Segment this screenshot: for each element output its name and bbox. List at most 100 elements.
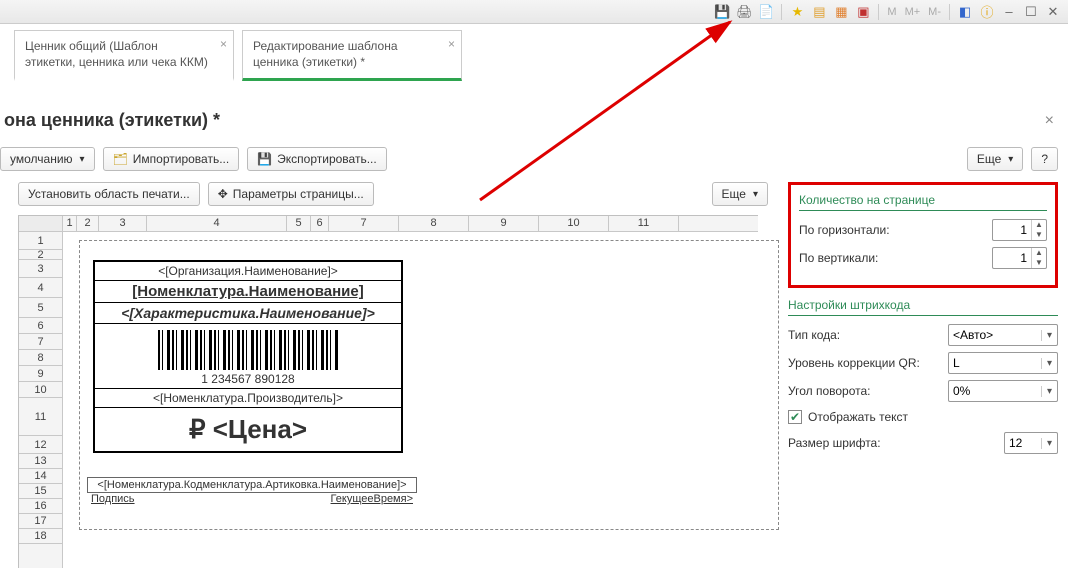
chevron-down-icon[interactable]: ▾: [1041, 386, 1057, 397]
row-header[interactable]: 10: [19, 382, 62, 398]
print-icon[interactable]: 🖨: [735, 3, 753, 21]
label-signature[interactable]: Подпись: [91, 493, 135, 505]
chevron-down-icon[interactable]: ▾: [1041, 358, 1057, 369]
row-header[interactable]: 13: [19, 454, 62, 469]
tab-label: Редактирование шаблона ценника (этикетки…: [253, 39, 398, 69]
vertical-spinner[interactable]: ▲ ▼: [992, 247, 1047, 269]
calendar-icon[interactable]: ▣: [854, 3, 872, 21]
tab-pricetag-common[interactable]: Ценник общий (Шаблон этикетки, ценника и…: [14, 30, 234, 81]
spin-up-icon[interactable]: ▲: [1032, 220, 1046, 230]
row-header[interactable]: 3: [19, 260, 62, 278]
code-type-select[interactable]: <Авто> ▾: [948, 324, 1058, 346]
qr-level-select[interactable]: L ▾: [948, 352, 1058, 374]
tab-template-editor[interactable]: Редактирование шаблона ценника (этикетки…: [242, 30, 462, 81]
chevron-down-icon[interactable]: ▾: [1041, 330, 1057, 341]
col-header[interactable]: 2: [77, 216, 99, 231]
row-header[interactable]: 9: [19, 366, 62, 382]
horizontal-label: По горизонтали:: [799, 223, 992, 237]
help-button[interactable]: ?: [1031, 147, 1058, 171]
show-text-checkbox[interactable]: ✔ Отображать текст: [788, 410, 1058, 424]
button-label: Еще: [977, 152, 1001, 166]
tab-label: Ценник общий (Шаблон этикетки, ценника и…: [25, 39, 208, 69]
import-button[interactable]: 🗂 Импортировать...: [103, 147, 240, 171]
row-header[interactable]: 16: [19, 499, 62, 514]
note-icon[interactable]: ▤: [810, 3, 828, 21]
label-template[interactable]: <[Организация.Наименование]> [Номенклату…: [93, 260, 403, 453]
col-header[interactable]: 10: [539, 216, 609, 231]
col-header[interactable]: 8: [399, 216, 469, 231]
row-header[interactable]: 7: [19, 334, 62, 350]
mplus-button[interactable]: M+: [903, 6, 923, 18]
label-characteristic[interactable]: <[Характеристика.Наименование]>: [95, 302, 401, 323]
page-close-icon[interactable]: ×: [1045, 112, 1058, 130]
font-size-select[interactable]: 12 ▾: [1004, 432, 1058, 454]
mminus-button[interactable]: M-: [926, 6, 943, 18]
grid-cells[interactable]: <[Организация.Наименование]> [Номенклату…: [63, 232, 758, 568]
header-corner[interactable]: [19, 216, 63, 231]
info-icon[interactable]: ⓘ: [978, 3, 996, 21]
label-footer[interactable]: <[Номенклатура.Кодменклатура.Артиковка.Н…: [87, 477, 417, 505]
col-header[interactable]: 3: [99, 216, 147, 231]
check-icon[interactable]: ✔: [788, 410, 802, 424]
button-label: Параметры страницы...: [233, 187, 364, 201]
label-nom-name[interactable]: [Номенклатура.Наименование]: [95, 280, 401, 302]
set-print-area-button[interactable]: Установить область печати...: [18, 182, 200, 206]
maximize-icon[interactable]: ☐: [1022, 3, 1040, 21]
page-params-button[interactable]: ✥ Параметры страницы...: [208, 182, 374, 206]
row-header[interactable]: 8: [19, 350, 62, 366]
spin-up-icon[interactable]: ▲: [1032, 248, 1046, 258]
save-icon[interactable]: 💾: [713, 3, 731, 21]
font-size-value: 12: [1005, 436, 1041, 450]
panel-icon[interactable]: ◧: [956, 3, 974, 21]
col-header[interactable]: 11: [609, 216, 679, 231]
tab-close-icon[interactable]: ×: [448, 37, 455, 53]
star-icon[interactable]: ★: [788, 3, 806, 21]
row-header[interactable]: 6: [19, 318, 62, 334]
tab-close-icon[interactable]: ×: [220, 37, 227, 53]
row-header[interactable]: 14: [19, 469, 62, 484]
row-header[interactable]: 4: [19, 278, 62, 298]
row-header[interactable]: 12: [19, 436, 62, 454]
horizontal-spinner[interactable]: ▲ ▼: [992, 219, 1047, 241]
chevron-down-icon[interactable]: ▾: [1041, 438, 1057, 449]
row-header[interactable]: 1: [19, 232, 62, 250]
count-title: Количество на странице: [799, 193, 1047, 211]
row-header[interactable]: 5: [19, 298, 62, 318]
default-button[interactable]: умолчанию ▾: [0, 147, 95, 171]
label-producer[interactable]: <[Номенклатура.Производитель]>: [95, 388, 401, 407]
col-header[interactable]: 1: [63, 216, 77, 231]
label-barcode[interactable]: 1 234567 890128: [95, 323, 401, 388]
label-time[interactable]: ГекущееВремя>: [331, 493, 413, 505]
calc-icon[interactable]: ▦: [832, 3, 850, 21]
page-icon[interactable]: 📄: [757, 3, 775, 21]
col-header[interactable]: 4: [147, 216, 287, 231]
row-header[interactable]: 17: [19, 514, 62, 529]
barcode-settings-title: Настройки штрихкода: [788, 298, 1058, 316]
label-extra-row[interactable]: <[Номенклатура.Кодменклатура.Артиковка.Н…: [87, 477, 417, 493]
col-header[interactable]: 7: [329, 216, 399, 231]
m-button[interactable]: M: [885, 6, 898, 18]
document-tabs: Ценник общий (Шаблон этикетки, ценника и…: [14, 30, 462, 81]
more-button-grid[interactable]: Еще ▾: [712, 182, 768, 206]
row-header[interactable]: 2: [19, 250, 62, 260]
row-header[interactable]: 11: [19, 398, 62, 436]
minimize-icon[interactable]: –: [1000, 3, 1018, 21]
col-header[interactable]: 9: [469, 216, 539, 231]
spin-down-icon[interactable]: ▼: [1032, 258, 1046, 268]
col-header[interactable]: 6: [311, 216, 329, 231]
more-button[interactable]: Еще ▾: [967, 147, 1023, 171]
horizontal-input[interactable]: [993, 223, 1031, 237]
close-icon[interactable]: ✕: [1044, 3, 1062, 21]
row-header[interactable]: 15: [19, 484, 62, 499]
export-button[interactable]: 💾 Экспортировать...: [247, 147, 387, 171]
vertical-input[interactable]: [993, 251, 1031, 265]
row-header[interactable]: 18: [19, 529, 62, 544]
spin-down-icon[interactable]: ▼: [1032, 230, 1046, 240]
col-header[interactable]: 5: [287, 216, 311, 231]
angle-select[interactable]: 0% ▾: [948, 380, 1058, 402]
vertical-label: По вертикали:: [799, 251, 992, 265]
label-price[interactable]: ₽ <Цена>: [95, 407, 401, 451]
label-org[interactable]: <[Организация.Наименование]>: [95, 262, 401, 280]
spreadsheet-area[interactable]: 1 2 3 4 5 6 7 8 9 10 11 1 2 3 4 5 6 7 8 …: [18, 215, 758, 568]
button-label: ?: [1041, 152, 1048, 166]
